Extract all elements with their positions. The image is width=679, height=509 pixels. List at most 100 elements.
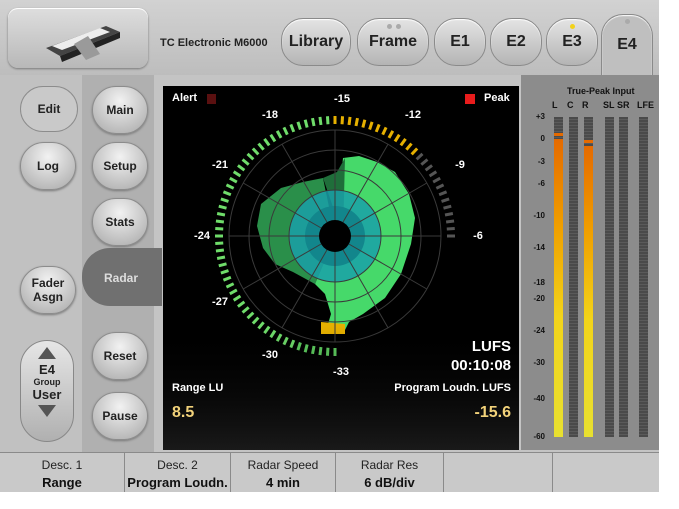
scale-segment (354, 117, 359, 127)
group-selector[interactable]: E4 Group User (20, 340, 74, 442)
param-desc-2[interactable]: Desc. 2 Program Loudn. (125, 453, 231, 492)
scale-segment (229, 176, 238, 184)
loudness-radar (163, 116, 519, 450)
tick-label: -21 (212, 159, 228, 171)
up-arrow-icon[interactable] (38, 347, 56, 359)
range-label: Range LU (172, 382, 224, 394)
scale-segment (257, 142, 265, 151)
meter-bar (554, 117, 563, 437)
scale-segment (303, 119, 309, 128)
stats-button[interactable]: Stats (92, 198, 148, 246)
tab-e3[interactable]: E3 (546, 18, 598, 66)
param-value: Range (42, 475, 82, 490)
tab-frame[interactable]: Frame (357, 18, 429, 66)
log-label: Log (37, 159, 59, 173)
scale-segment (232, 294, 242, 302)
scale-segment (438, 190, 448, 197)
main-button[interactable]: Main (92, 86, 148, 134)
pause-button[interactable]: Pause (92, 392, 148, 440)
stats-label: Stats (105, 215, 135, 229)
scale-segment (361, 119, 367, 128)
log-button[interactable]: Log (20, 142, 76, 190)
param-radar-res[interactable]: Radar Res 6 dB/div (336, 453, 444, 492)
meter-scale-label: +3 (535, 112, 545, 121)
param-value: 4 min (266, 475, 300, 490)
scale-segment (432, 176, 441, 184)
scale-segment (441, 197, 450, 203)
scale-segment (215, 241, 224, 246)
scale-segment (246, 152, 255, 161)
scale-segment (218, 262, 227, 268)
tick-label: -18 (262, 109, 278, 121)
scale-segment (263, 138, 271, 147)
m6000-window: TC Electronic M6000 Library Frame E1 E2 … (0, 0, 659, 492)
scale-segment (282, 126, 289, 136)
fader-assign-label: Fader Asgn (31, 276, 65, 304)
param-label: Desc. 1 (41, 458, 83, 472)
meter-bar (619, 117, 628, 437)
status-led (625, 19, 630, 24)
tab-e4[interactable]: E4 (601, 14, 653, 75)
radar-center (319, 220, 351, 252)
status-led (570, 24, 575, 29)
scale-segment (215, 219, 225, 224)
param-radar-speed[interactable]: Radar Speed 4 min (231, 453, 336, 492)
tick-label: -9 (455, 159, 465, 171)
param-empty-6[interactable] (553, 453, 658, 492)
tab-e1[interactable]: E1 (434, 18, 486, 66)
param-label: Radar Speed (247, 458, 319, 472)
main-label: Main (106, 103, 134, 117)
tab-e2[interactable]: E2 (490, 18, 542, 66)
tab-library[interactable]: Library (281, 18, 351, 66)
param-desc-1[interactable]: Desc. 1 Range (0, 453, 125, 492)
scale-segment (311, 117, 316, 127)
scale-segment (393, 133, 401, 143)
range-value: 8.5 (172, 404, 195, 421)
fader-assign-button[interactable]: Fader Asgn (20, 266, 76, 314)
scale-segment (222, 275, 232, 282)
scale-segment (251, 147, 260, 156)
tick-label: -12 (405, 109, 421, 121)
group-value: User (32, 387, 62, 402)
setup-button[interactable]: Setup (92, 142, 148, 190)
scale-segment (269, 133, 277, 143)
radar-page-label: Radar (104, 271, 139, 285)
meter-scale-label: -14 (533, 243, 545, 253)
tick-label: -27 (212, 296, 228, 308)
edit-button[interactable]: Edit (20, 86, 78, 132)
meter-channel-label: SL (603, 100, 615, 110)
scale-segment (218, 204, 227, 210)
tab-label: Library (288, 33, 344, 50)
pause-label: Pause (102, 409, 138, 423)
param-label: Desc. 2 (157, 458, 198, 472)
reset-button[interactable]: Reset (92, 332, 148, 380)
meter-scale-label: -24 (533, 326, 545, 336)
scale-segment (399, 138, 407, 147)
scale-segment (237, 164, 246, 172)
scale-segment (251, 316, 260, 325)
tick-label: -30 (262, 349, 278, 361)
param-label: Radar Res (360, 458, 419, 472)
device-title: TC Electronic M6000 (160, 37, 268, 49)
meter-scale-label: 0 (540, 134, 545, 144)
scale-segment (232, 170, 242, 178)
peak-label: Peak (484, 92, 510, 104)
scale-segment (275, 130, 283, 139)
meter-peak-hold (554, 133, 563, 137)
scale-segment (229, 288, 238, 296)
param-empty-5[interactable] (444, 453, 553, 492)
tab-label: E1 (450, 33, 470, 50)
tick-label: -6 (473, 230, 483, 242)
meter-level (584, 145, 593, 437)
device-home-button[interactable] (8, 8, 148, 68)
meters-title: True-Peak Input (567, 86, 635, 96)
scale-segment (424, 164, 433, 172)
meter-scale-label: -40 (533, 393, 545, 403)
scale-segment (222, 190, 232, 197)
down-arrow-icon[interactable] (38, 405, 56, 417)
meter-scale-label: -30 (533, 358, 545, 368)
scale-segment (410, 147, 419, 156)
scale-segment (216, 212, 226, 217)
meter-peak-hold (584, 139, 593, 143)
group-engine: E4 (39, 362, 55, 377)
